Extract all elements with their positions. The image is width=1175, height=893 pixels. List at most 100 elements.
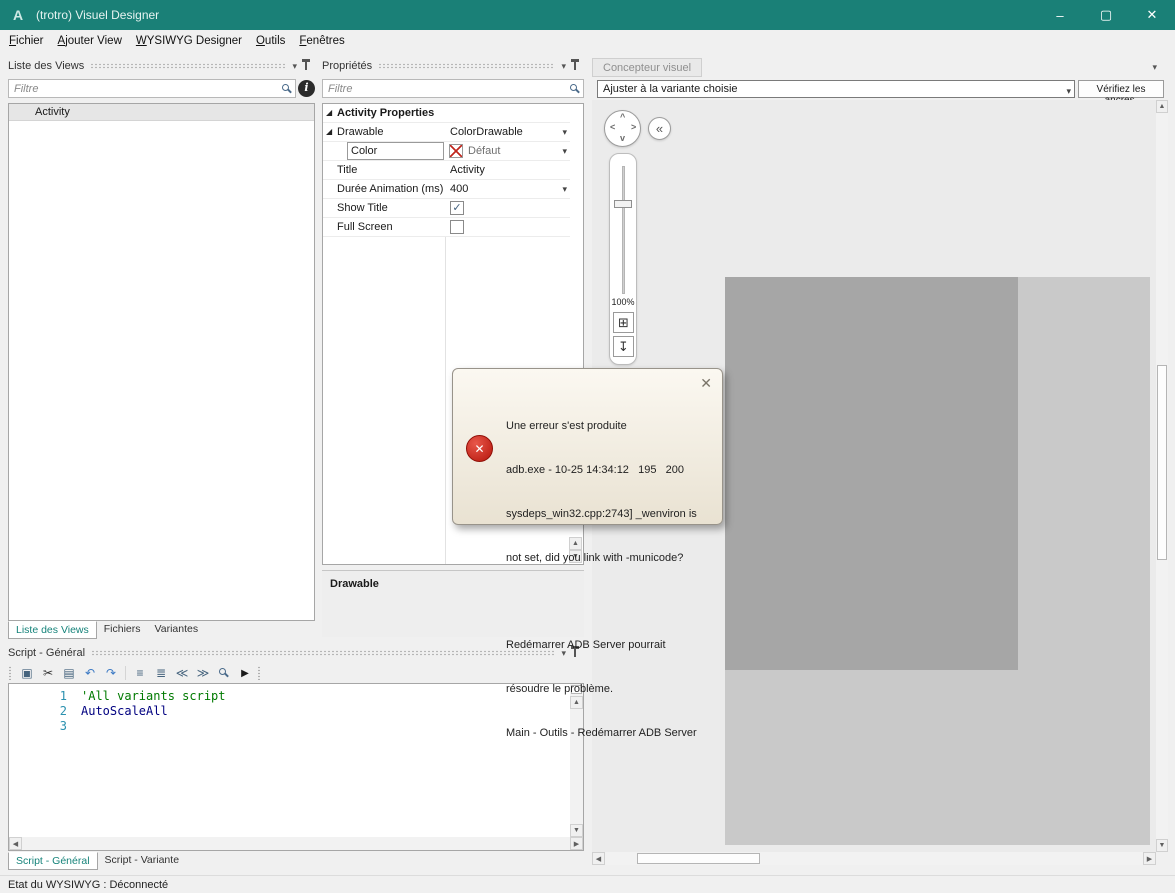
- tab-script-general[interactable]: Script - Général: [8, 852, 98, 870]
- zoom-slider-thumb[interactable]: [614, 200, 632, 208]
- collapse-toolbox-button[interactable]: «: [648, 117, 671, 140]
- pan-left-icon[interactable]: <: [610, 122, 615, 132]
- scroll-down-button[interactable]: ▼: [570, 824, 583, 837]
- property-row-full-screen[interactable]: Full Screen: [323, 218, 570, 237]
- run-script-icon[interactable]: ▶: [236, 665, 254, 682]
- chevron-down-icon[interactable]: ▾: [292, 61, 297, 72]
- code-line[interactable]: 3: [9, 719, 583, 734]
- indent-icon[interactable]: ≫: [194, 665, 212, 682]
- expander-icon[interactable]: ◢: [326, 127, 332, 136]
- chevron-down-icon[interactable]: ▾: [562, 146, 567, 157]
- scroll-down-button[interactable]: ▼: [1156, 839, 1168, 852]
- panel-grip[interactable]: [91, 650, 556, 656]
- uncomment-icon[interactable]: ≣: [152, 665, 170, 682]
- property-row-title[interactable]: Title Activity: [323, 161, 570, 180]
- tab-concepteur-visuel[interactable]: Concepteur visuel: [592, 58, 703, 77]
- menu-item-fichier[interactable]: Fichier: [2, 32, 51, 50]
- window-controls: – ▢ ✕: [1037, 0, 1175, 30]
- checkbox-unchecked[interactable]: [450, 220, 464, 234]
- code-text: AutoScaleAll: [81, 704, 168, 718]
- property-row-color[interactable]: Color Défaut ▾: [323, 142, 570, 161]
- toolbar-overflow-grip[interactable]: [257, 666, 261, 680]
- scroll-right-button[interactable]: ▶: [570, 837, 583, 850]
- script-panel-title: Script - Général: [8, 647, 86, 659]
- property-row-duration[interactable]: Durée Animation (ms) 400 ▾: [323, 180, 570, 199]
- error-icon: ✕: [466, 435, 493, 462]
- script-editor[interactable]: 1 'All variants script 2 AutoScaleAll 3 …: [8, 683, 584, 851]
- chevron-down-icon[interactable]: ▾: [562, 184, 567, 195]
- code-line[interactable]: 2 AutoScaleAll: [9, 704, 583, 719]
- redo-icon[interactable]: ↷: [102, 665, 120, 682]
- activity-preview-surface[interactable]: [725, 277, 1018, 670]
- pan-down-icon[interactable]: v: [620, 133, 625, 143]
- script-panel-header: Script - Général ▾: [8, 645, 584, 661]
- property-value[interactable]: ColorDrawable: [450, 126, 554, 138]
- code-line[interactable]: 1 'All variants script: [9, 689, 583, 704]
- zoom-slider-track[interactable]: [622, 166, 625, 294]
- scroll-up-button[interactable]: ▲: [1156, 100, 1168, 113]
- property-value[interactable]: 400: [450, 183, 554, 195]
- pan-up-icon[interactable]: ^: [620, 112, 625, 122]
- property-value[interactable]: Activity: [450, 164, 554, 176]
- maximize-button[interactable]: ▢: [1083, 0, 1129, 30]
- verify-anchors-button[interactable]: Vérifiez les ancres.: [1078, 80, 1164, 106]
- properties-filter: [322, 79, 584, 98]
- menu-item-fenetres[interactable]: Fenêtres: [292, 32, 351, 50]
- panel-menu-chevron-icon[interactable]: ▾: [1152, 62, 1157, 73]
- tab-liste-des-views[interactable]: Liste des Views: [8, 621, 97, 639]
- copy-icon[interactable]: ▤: [60, 665, 78, 682]
- screenshot-button[interactable]: ↧: [613, 336, 634, 357]
- search-icon[interactable]: [215, 665, 233, 682]
- pin-icon[interactable]: [302, 59, 310, 70]
- property-row-show-title[interactable]: Show Title ✓: [323, 199, 570, 218]
- expander-icon[interactable]: ◢: [326, 108, 332, 117]
- property-group-header[interactable]: ◢ Activity Properties: [323, 104, 570, 123]
- property-label: Drawable: [337, 126, 384, 138]
- close-button[interactable]: ✕: [1129, 0, 1175, 30]
- pan-right-icon[interactable]: >: [631, 122, 636, 132]
- tab-fichiers[interactable]: Fichiers: [97, 621, 148, 639]
- menu-item-wysiwyg-designer[interactable]: WYSIWYG Designer: [129, 32, 249, 50]
- chevron-down-icon[interactable]: ▾: [561, 61, 566, 72]
- scrollbar-thumb[interactable]: [637, 853, 760, 864]
- scrollbar-thumb[interactable]: [1157, 365, 1167, 560]
- minimize-button[interactable]: –: [1037, 0, 1083, 30]
- cut-icon[interactable]: ✂: [39, 665, 57, 682]
- left-arrow-icon: ◀: [595, 855, 602, 863]
- pin-icon[interactable]: [571, 59, 579, 70]
- status-text: Etat du WYSIWYG : Déconnecté: [8, 878, 169, 891]
- panel-grip[interactable]: [90, 63, 287, 69]
- scroll-right-button[interactable]: ▶: [1143, 852, 1156, 865]
- menu-item-ajouter-view[interactable]: Ajouter View: [51, 32, 129, 50]
- panel-grip[interactable]: [378, 63, 556, 69]
- info-icon[interactable]: i: [298, 80, 315, 97]
- designer-horizontal-scrollbar[interactable]: ◀ ▶: [592, 852, 1156, 865]
- grid-toggle-button[interactable]: ⊞: [613, 312, 634, 333]
- scroll-left-button[interactable]: ◀: [9, 837, 22, 850]
- property-value[interactable]: Défaut: [468, 145, 554, 157]
- checkbox-checked[interactable]: ✓: [450, 201, 464, 215]
- line-number: 1: [59, 689, 67, 703]
- property-row-drawable[interactable]: ◢ Drawable ColorDrawable ▾: [323, 123, 570, 142]
- undo-icon[interactable]: ↶: [81, 665, 99, 682]
- show-dialog-icon[interactable]: ▣: [18, 665, 36, 682]
- pan-dpad[interactable]: ^ v < >: [604, 110, 641, 147]
- properties-filter-input[interactable]: [322, 79, 584, 98]
- menu-item-outils[interactable]: Outils: [249, 32, 292, 50]
- error-line: sysdeps_win32.cpp:2743] _wenviron is: [506, 507, 697, 520]
- views-filter-input[interactable]: [8, 79, 296, 98]
- toolbar-grip[interactable]: [8, 666, 12, 680]
- designer-vertical-scrollbar[interactable]: ▲ ▼: [1156, 100, 1168, 852]
- no-color-swatch-icon[interactable]: [449, 144, 463, 158]
- outdent-icon[interactable]: ≪: [173, 665, 191, 682]
- scroll-left-button[interactable]: ◀: [592, 852, 605, 865]
- variant-selector-dropdown[interactable]: Ajuster à la variante choisie ▾: [597, 80, 1075, 98]
- list-item-activity[interactable]: Activity: [9, 104, 314, 121]
- property-group-label: Activity Properties: [337, 107, 435, 119]
- chevron-down-icon[interactable]: ▾: [562, 127, 567, 138]
- tab-variantes[interactable]: Variantes: [148, 621, 206, 639]
- comment-icon[interactable]: ≡: [131, 665, 149, 682]
- properties-panel-title: Propriétés: [322, 60, 373, 72]
- editor-horizontal-scrollbar[interactable]: ◀ ▶: [9, 837, 583, 850]
- tab-script-variante[interactable]: Script - Variante: [98, 852, 187, 870]
